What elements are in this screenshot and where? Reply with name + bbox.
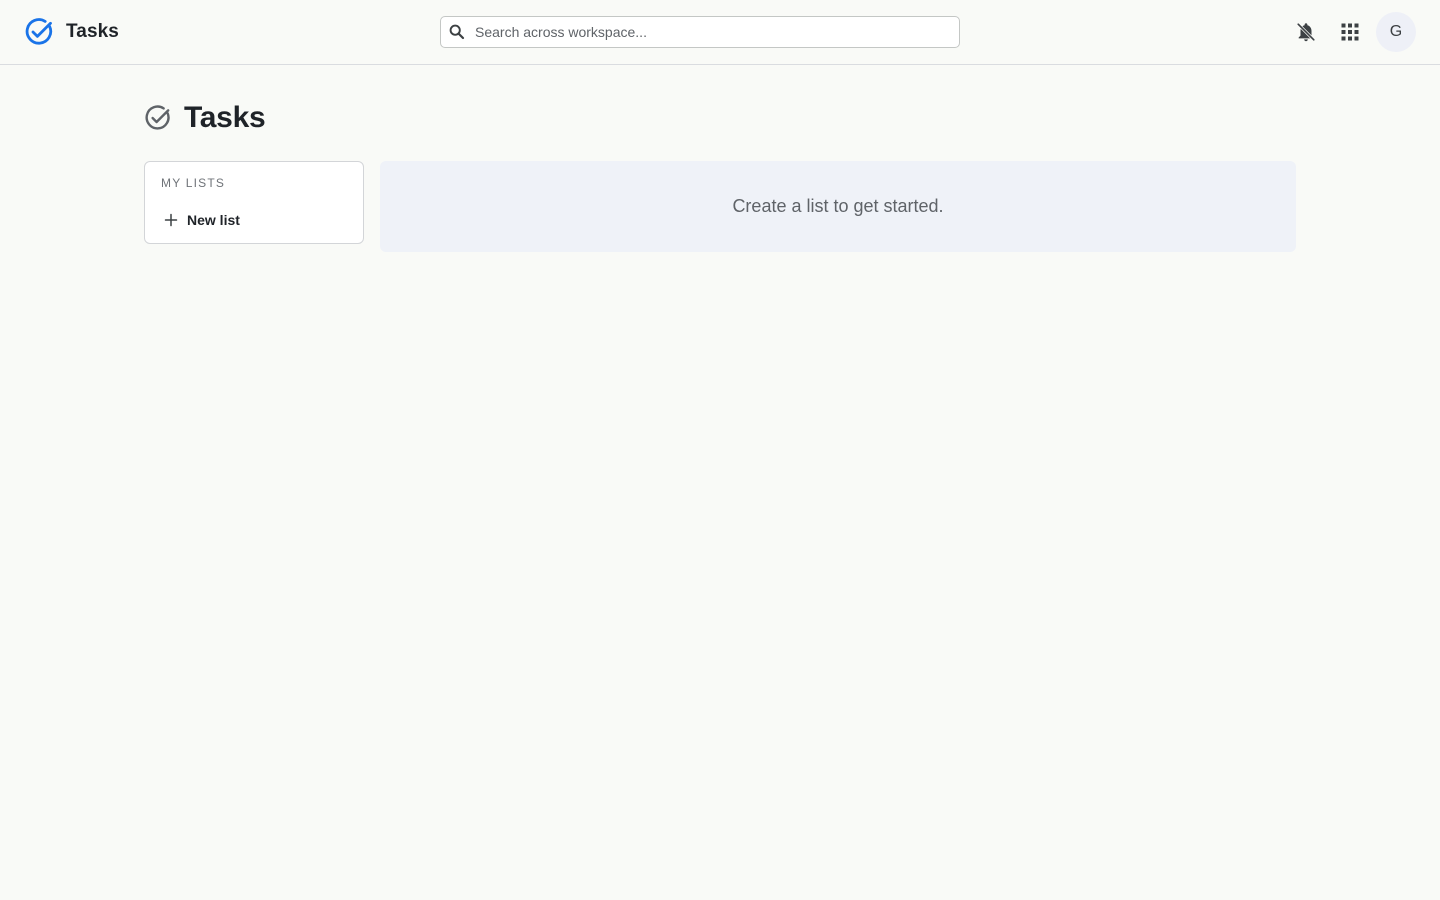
page-title: Tasks xyxy=(184,101,266,134)
avatar[interactable]: G xyxy=(1376,12,1416,52)
apps-grid-icon xyxy=(1341,23,1359,41)
search-bar[interactable] xyxy=(440,16,960,48)
brand[interactable]: Tasks xyxy=(24,16,119,48)
page-heading: Tasks xyxy=(144,100,266,136)
app-title: Tasks xyxy=(66,21,119,42)
check-circle-icon xyxy=(25,18,53,45)
notifications-button[interactable] xyxy=(1288,14,1324,50)
notifications-off-icon xyxy=(1296,22,1316,42)
top-header: Tasks G xyxy=(0,0,1440,65)
search-icon xyxy=(449,24,465,40)
plus-icon xyxy=(164,213,178,227)
avatar-initial: G xyxy=(1389,23,1403,40)
apps-button[interactable] xyxy=(1332,14,1368,50)
empty-state-panel: Create a list to get started. xyxy=(380,161,1296,252)
my-lists-heading: MY LISTS xyxy=(161,176,226,190)
check-circle-icon xyxy=(145,105,170,130)
empty-state-message: Create a list to get started. xyxy=(732,196,944,216)
search-input[interactable] xyxy=(475,17,959,47)
my-lists-panel: MY LISTS New list xyxy=(144,161,364,244)
new-list-button[interactable]: New list xyxy=(161,208,240,232)
new-list-label: New list xyxy=(187,212,240,228)
